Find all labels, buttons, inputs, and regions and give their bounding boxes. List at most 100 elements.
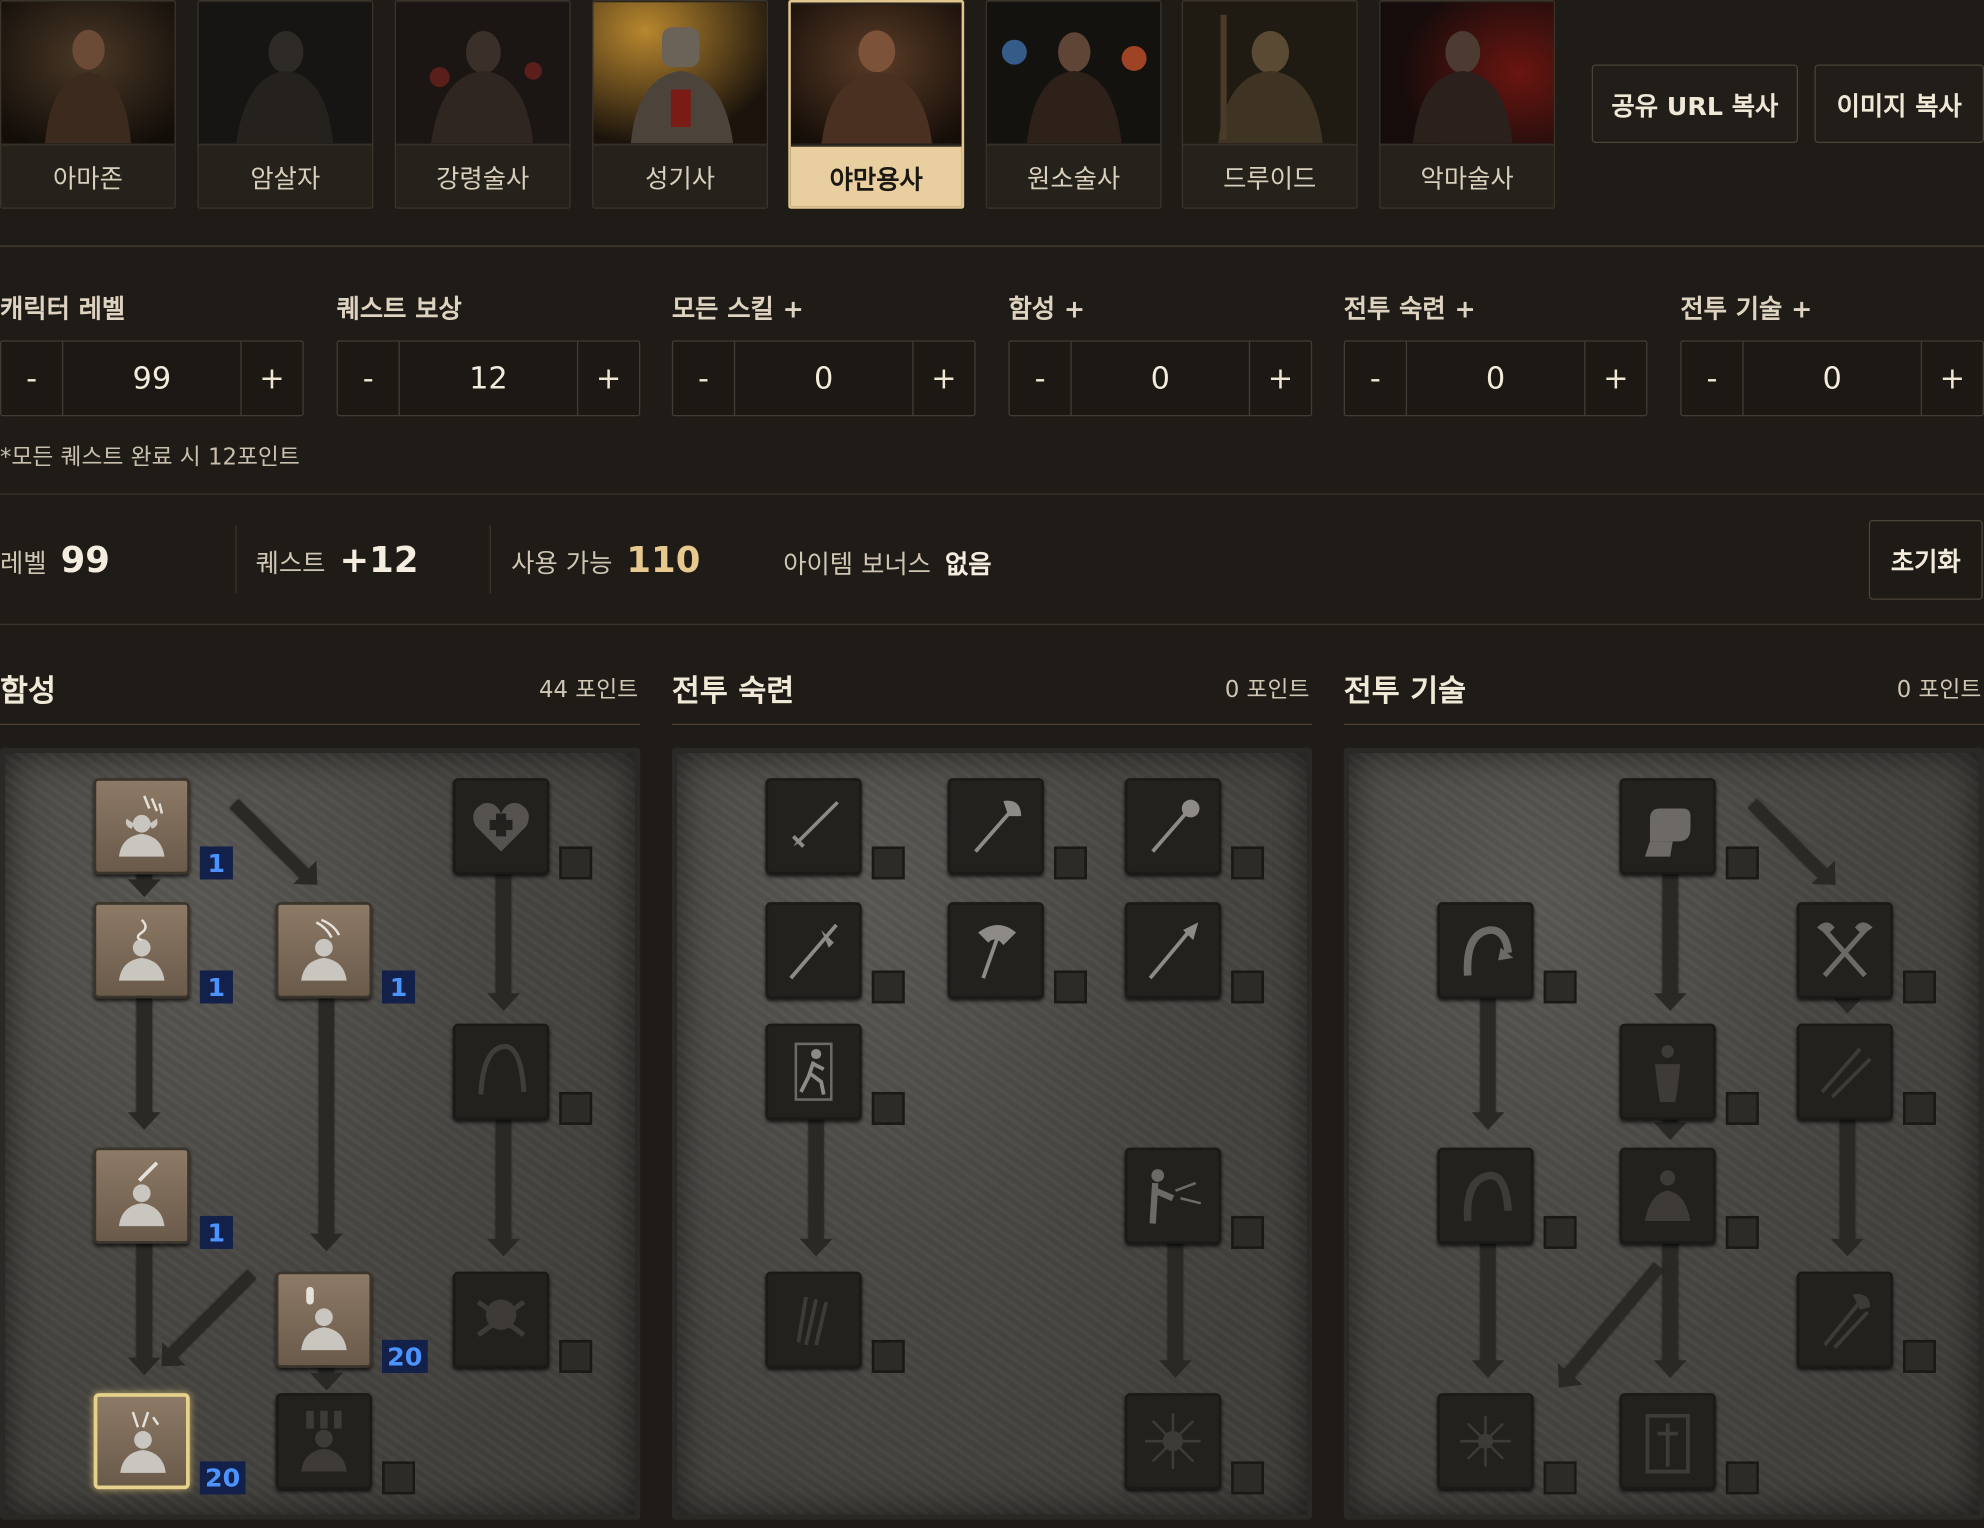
combat-masteries-bonus-value[interactable]: 0 xyxy=(1408,342,1583,415)
skill-level-slot xyxy=(1903,970,1936,1004)
increment-button[interactable]: + xyxy=(240,341,302,416)
increment-button[interactable]: + xyxy=(1248,341,1311,416)
class-card-amazon[interactable]: 아마존 xyxy=(0,0,176,209)
all-skills-stepper: - 0 + xyxy=(671,340,976,417)
skill-mace-mastery[interactable] xyxy=(1124,778,1222,875)
crossed-axes-icon xyxy=(1816,922,1873,978)
skill-natural-resistance[interactable] xyxy=(1124,1393,1222,1490)
warcries-bonus-value[interactable]: 0 xyxy=(1073,342,1248,415)
skill-iron-skin[interactable] xyxy=(1124,1147,1222,1244)
reset-button[interactable]: 초기화 xyxy=(1868,520,1983,600)
quest-value: +12 xyxy=(339,539,419,581)
sword-icon xyxy=(792,800,839,848)
skill-shout[interactable] xyxy=(452,778,550,875)
character-level-stepper: - 99 + xyxy=(0,340,304,417)
decrement-button[interactable]: - xyxy=(1345,341,1408,416)
class-card-barbarian[interactable]: 야만용사 xyxy=(788,0,965,209)
skill-battle-orders[interactable] xyxy=(93,1393,190,1490)
skill-throwing-mastery[interactable] xyxy=(947,902,1044,999)
class-card-sorceress[interactable]: 원소술사 xyxy=(985,0,1162,209)
divider xyxy=(0,245,1984,247)
skill-battle-command-curve[interactable] xyxy=(452,1023,550,1120)
combat-skills-bonus-stepper: - 0 + xyxy=(1680,340,1984,417)
class-card-paladin[interactable]: 성기사 xyxy=(592,0,769,209)
skill-frenzy[interactable] xyxy=(1796,1271,1893,1368)
increment-button[interactable]: + xyxy=(912,341,974,416)
divider xyxy=(489,525,491,594)
skill-double-throw[interactable] xyxy=(1796,1023,1893,1120)
skill-level-slot xyxy=(1053,846,1087,880)
decrement-button[interactable]: - xyxy=(1682,341,1744,416)
warlock-portrait xyxy=(1380,2,1554,144)
combat-skills-tree-title: 전투 기술 xyxy=(1343,673,1467,709)
all-skills-value[interactable]: 0 xyxy=(736,342,911,415)
find-potion-icon xyxy=(118,918,165,981)
skill-level-slot xyxy=(1725,1461,1759,1495)
increment-button[interactable]: + xyxy=(576,341,639,416)
skill-polearm-mastery[interactable] xyxy=(765,902,862,999)
prereq-arrow xyxy=(1562,1262,1664,1380)
divider xyxy=(671,723,1313,726)
skill-taunt[interactable] xyxy=(275,902,372,999)
skill-bash[interactable] xyxy=(1619,778,1716,875)
skill-find-item[interactable] xyxy=(93,1147,190,1244)
skill-berserk[interactable] xyxy=(1619,1393,1716,1490)
skill-whirlwind[interactable] xyxy=(1437,1393,1534,1490)
divider xyxy=(0,723,641,726)
share-url-button[interactable]: 공유 URL 복사 xyxy=(1591,64,1798,143)
quest-label: 퀘스트 xyxy=(255,547,326,579)
skill-war-cry[interactable] xyxy=(452,1271,550,1368)
skill-level-slot xyxy=(1543,970,1577,1004)
throwing-axe-icon xyxy=(978,924,1017,979)
mace-icon xyxy=(1151,799,1200,853)
decrement-button[interactable]: - xyxy=(1,341,64,416)
skill-spear-mastery[interactable] xyxy=(1124,902,1222,999)
skill-battle-command[interactable] xyxy=(275,1393,372,1490)
skill-howl[interactable] xyxy=(93,778,190,875)
howl-icon xyxy=(118,795,165,857)
class-card-assassin[interactable]: 암살자 xyxy=(197,0,374,209)
combat-masteries-bonus-label: 전투 숙련 + xyxy=(1343,293,1476,324)
summary-available: 사용 가능 110 xyxy=(511,539,700,581)
skill-sword-mastery[interactable] xyxy=(765,778,862,875)
skill-axe-mastery[interactable] xyxy=(947,778,1044,875)
combat-skills-bonus-value[interactable]: 0 xyxy=(1745,342,1920,415)
decrement-button[interactable]: - xyxy=(338,341,400,416)
decrement-button[interactable]: - xyxy=(673,341,736,416)
class-card-druid[interactable]: 드루이드 xyxy=(1181,0,1358,209)
skill-battle-cry[interactable] xyxy=(275,1271,372,1368)
character-level-value[interactable]: 99 xyxy=(65,342,240,415)
divider xyxy=(1343,723,1984,726)
prereq-arrow xyxy=(487,1119,521,1257)
polearm-icon xyxy=(789,923,838,980)
skill-stun[interactable] xyxy=(1619,1023,1716,1120)
skill-double-swing[interactable] xyxy=(1796,902,1893,999)
class-name-necromancer: 강령술사 xyxy=(396,144,570,207)
item-bonus-value: 없음 xyxy=(945,549,992,580)
class-name-sorceress: 원소술사 xyxy=(986,144,1161,207)
skill-level-badge: 1 xyxy=(199,970,233,1004)
skill-find-potion[interactable] xyxy=(93,902,190,999)
class-card-necromancer[interactable]: 강령술사 xyxy=(394,0,571,209)
skill-level-badge: 1 xyxy=(199,846,233,880)
increment-button[interactable]: + xyxy=(1584,341,1646,416)
skill-level-badge: 20 xyxy=(382,1339,428,1373)
skill-increased-stamina[interactable] xyxy=(765,1271,862,1368)
paladin-portrait xyxy=(593,2,767,144)
necromancer-portrait xyxy=(396,2,570,144)
copy-image-button[interactable]: 이미지 복사 xyxy=(1814,64,1984,143)
skill-leap-attack[interactable] xyxy=(1437,1147,1534,1244)
leap-attack-icon xyxy=(1463,1171,1513,1222)
skill-increased-speed[interactable] xyxy=(765,1023,862,1120)
quest-reward-value[interactable]: 12 xyxy=(401,342,576,415)
skill-leap[interactable] xyxy=(1437,902,1534,999)
fist-icon xyxy=(1644,808,1691,857)
skill-level-slot xyxy=(871,970,905,1004)
skill-concentrate[interactable] xyxy=(1619,1147,1716,1244)
class-card-warlock[interactable]: 악마술사 xyxy=(1379,0,1556,209)
decrement-button[interactable]: - xyxy=(1010,341,1072,416)
prereq-arrow xyxy=(1747,798,1829,880)
divider xyxy=(0,493,1984,495)
level-label: 레벨 xyxy=(0,547,47,579)
increment-button[interactable]: + xyxy=(1920,341,1983,416)
